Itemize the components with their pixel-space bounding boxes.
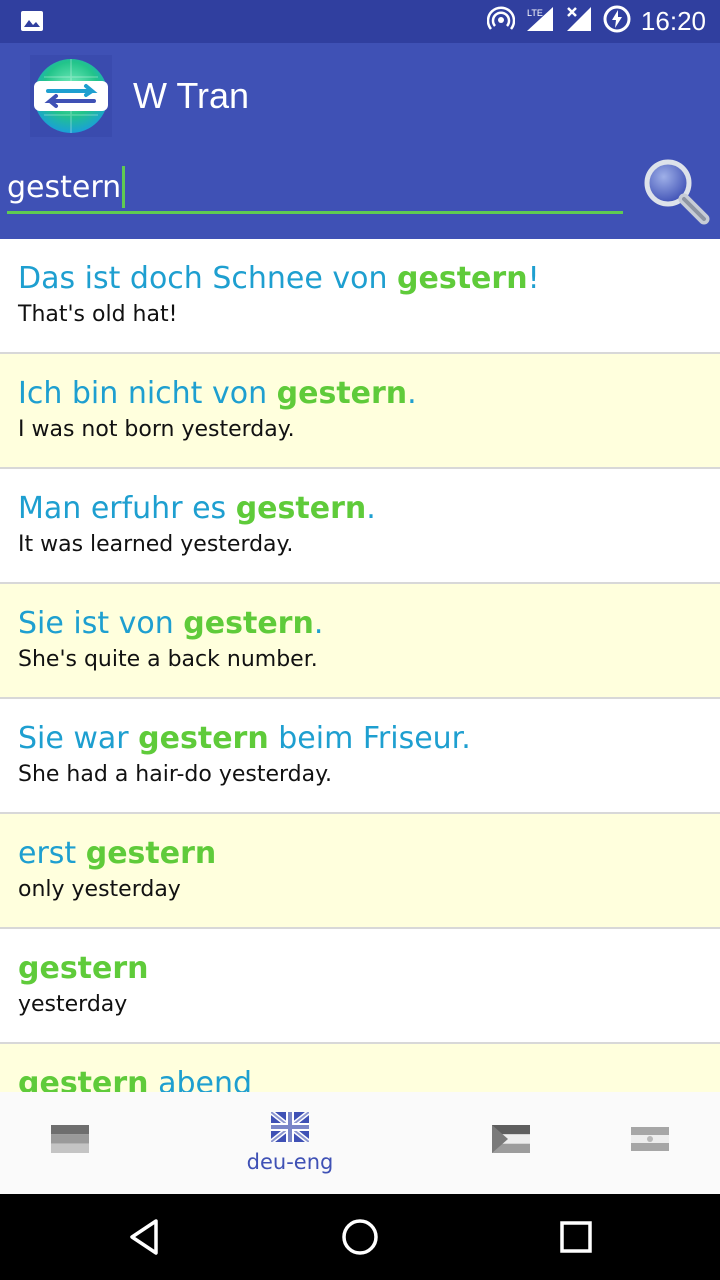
phrase-text: Man erfuhr es — [18, 491, 236, 526]
german-phrase: Ich bin nicht von gestern. — [18, 354, 720, 412]
german-phrase: gestern abend — [18, 1044, 720, 1092]
search-term-highlight: gestern — [183, 606, 314, 641]
home-button[interactable] — [335, 1212, 385, 1262]
signal-lte-icon: LTE — [525, 5, 555, 38]
flag-germany-icon — [51, 1125, 89, 1153]
signal-x-icon — [565, 5, 593, 38]
english-translation: only yesterday — [18, 877, 181, 902]
phrase-text: erst — [18, 836, 86, 871]
search-term-highlight: gestern — [138, 721, 269, 756]
search-term-highlight: gestern — [276, 376, 408, 411]
result-row[interactable]: Sie ist von gestern. She's quite a back n… — [0, 584, 720, 699]
battery-charging-icon — [603, 5, 631, 38]
search-button[interactable] — [640, 155, 712, 227]
english-translation: She had a hair-do yesterday. — [18, 762, 332, 787]
english-translation: I was not born yesterday. — [18, 417, 295, 442]
result-row[interactable]: Das ist doch Schnee von gestern! That's o… — [0, 239, 720, 354]
german-phrase: erst gestern — [18, 814, 720, 872]
translate-globe-icon — [30, 55, 112, 137]
result-row[interactable]: Ich bin nicht von gestern. I was not born… — [0, 354, 720, 469]
nav-item-palestine[interactable] — [471, 1092, 551, 1194]
result-row[interactable]: gestern yesterday — [0, 929, 720, 1044]
status-time: 16:20 — [640, 5, 706, 36]
phrase-text: Sie war — [18, 721, 139, 756]
result-row[interactable]: Man erfuhr es gestern. It was learned yes… — [0, 469, 720, 584]
phrase-text: Sie ist von — [18, 606, 184, 641]
nav-label-deu-eng: deu-eng — [246, 1150, 334, 1174]
german-phrase: Sie war gestern beim Friseur. — [18, 699, 720, 757]
back-button[interactable] — [120, 1212, 170, 1262]
flag-argentina-icon — [631, 1127, 669, 1151]
phrase-text: Das ist doch Schnee von — [18, 261, 398, 296]
status-bar: LTE 16:20 — [0, 0, 720, 43]
result-row[interactable]: Sie war gestern beim Friseur. She had a h… — [0, 699, 720, 814]
image-icon — [20, 10, 44, 32]
text-cursor — [122, 166, 126, 208]
german-phrase: Man erfuhr es gestern. — [18, 469, 720, 527]
german-phrase: Das ist doch Schnee von gestern! — [18, 239, 720, 297]
bottom-navigation: deu-eng — [0, 1092, 720, 1194]
search-term-highlight: gestern — [85, 836, 217, 871]
search-term-highlight: gestern — [18, 1066, 149, 1092]
english-translation: It was learned yesterday. — [18, 532, 294, 557]
nav-item-argentina[interactable] — [610, 1092, 690, 1194]
back-triangle-icon — [130, 1219, 158, 1255]
result-row[interactable]: erst gestern only yesterday — [0, 814, 720, 929]
recents-button[interactable] — [551, 1212, 601, 1262]
search-input-value[interactable]: gestern — [7, 170, 121, 205]
home-circle-icon — [342, 1219, 378, 1255]
search-term-highlight: gestern — [397, 261, 528, 296]
search-input[interactable]: gestern — [7, 163, 623, 214]
search-icon — [644, 159, 710, 225]
phrase-text: beim Friseur. — [268, 721, 471, 756]
phrase-text: ! — [527, 261, 540, 296]
nav-item-deu-eng[interactable]: deu-eng — [230, 1092, 350, 1194]
flag-uk-icon — [271, 1112, 309, 1142]
app-bar: W Tran gestern — [0, 43, 720, 239]
search-term-highlight: gestern — [18, 951, 149, 986]
phrase-text: . — [366, 491, 376, 526]
english-translation: She's quite a back number. — [18, 647, 318, 672]
recents-square-icon — [560, 1221, 592, 1253]
nav-item-german[interactable] — [30, 1092, 110, 1194]
result-row[interactable]: gestern abend — [0, 1044, 720, 1092]
english-translation: That's old hat! — [18, 302, 178, 327]
search-term-highlight: gestern — [235, 491, 367, 526]
app-title: W Tran — [133, 75, 250, 116]
results-list[interactable]: Das ist doch Schnee von gestern! That's o… — [0, 239, 720, 1092]
flag-palestine-icon — [492, 1125, 530, 1153]
hotspot-icon — [486, 5, 516, 38]
german-phrase: gestern — [18, 929, 720, 987]
english-translation: yesterday — [18, 992, 128, 1017]
phrase-text: Ich bin nicht von — [18, 376, 277, 411]
phrase-text: . — [313, 606, 324, 641]
network-type: LTE — [527, 8, 543, 18]
german-phrase: Sie ist von gestern. — [18, 584, 720, 642]
system-navigation-bar — [0, 1194, 720, 1280]
phrase-text: . — [407, 376, 417, 411]
phrase-text: abend — [148, 1066, 253, 1092]
